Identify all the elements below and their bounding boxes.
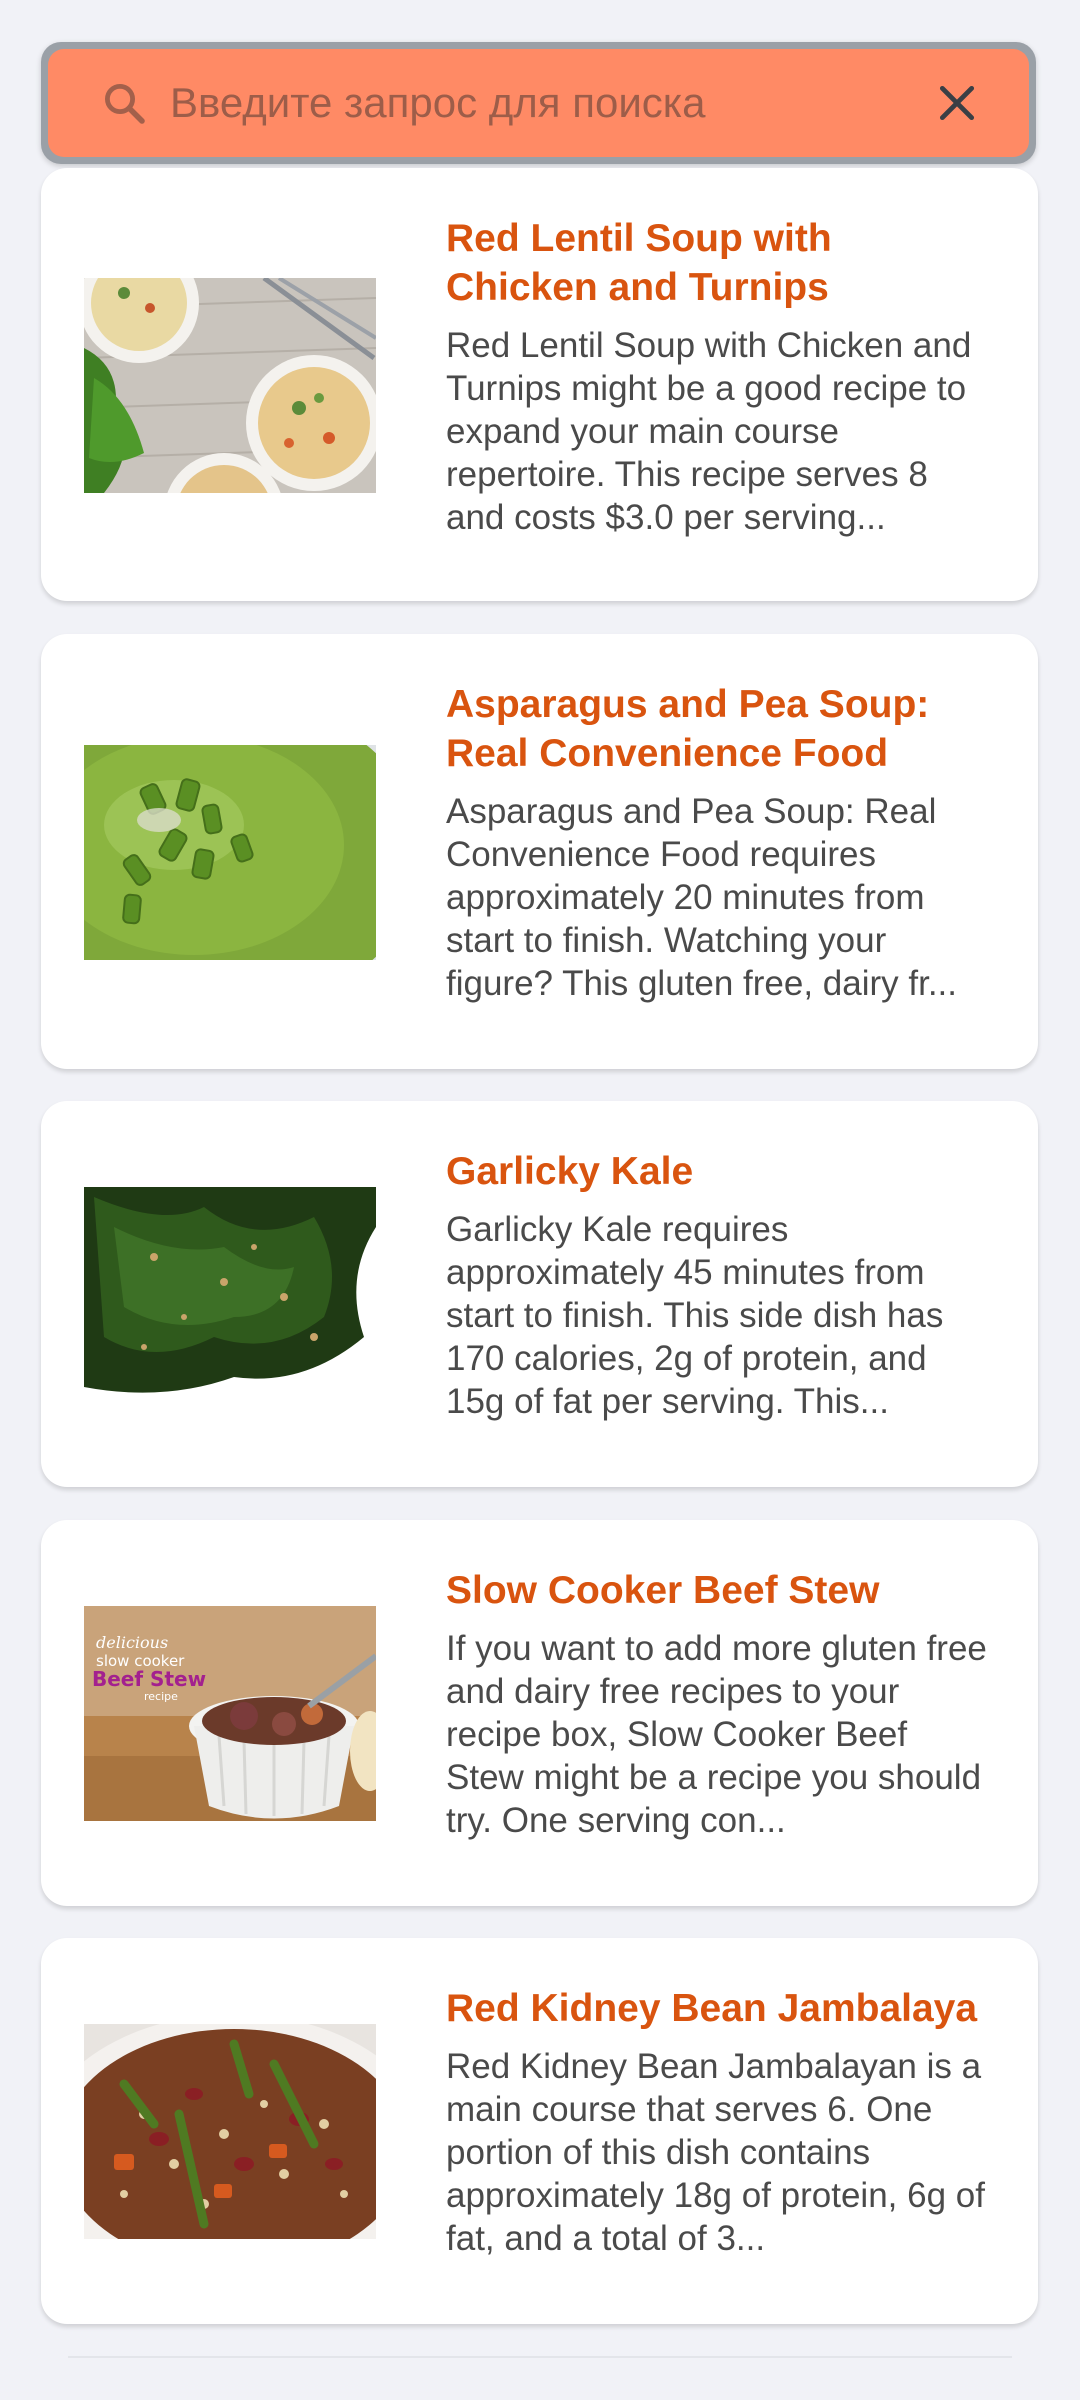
list-divider — [68, 2356, 1012, 2358]
recipe-card[interactable]: delicious slow cooker Beef Stew recipe S… — [41, 1520, 1038, 1906]
search-input[interactable] — [170, 68, 925, 138]
recipe-image — [84, 2024, 376, 2239]
recipe-image — [84, 277, 376, 493]
recipe-image: delicious slow cooker Beef Stew recipe — [84, 1606, 376, 1821]
recipe-description: Red Lentil Soup with Chicken and Turnips… — [446, 326, 972, 537]
recipe-list: Red Lentil Soup with Chicken and Turnips… — [41, 168, 1038, 2324]
recipe-title: Asparagus and Pea Soup: Real Convenience… — [446, 683, 930, 775]
recipe-description: Garlicky Kale requires approximately 45 … — [446, 1210, 944, 1421]
recipe-title: Red Kidney Bean Jambalaya — [446, 1987, 978, 2030]
recipe-title: Red Lentil Soup with Chicken and Turnips — [446, 217, 832, 309]
recipe-image — [84, 744, 376, 960]
recipe-card[interactable]: Red Lentil Soup with Chicken and Turnips… — [41, 168, 1038, 601]
recipe-description: Red Kidney Bean Jambalayan is a main cou… — [446, 2047, 985, 2258]
recipe-description: If you want to add more gluten free and … — [446, 1629, 987, 1840]
image-caption: delicious — [96, 1633, 168, 1652]
recipe-title: Slow Cooker Beef Stew — [446, 1569, 880, 1612]
recipe-card[interactable]: Garlicky Kale Garlicky Kale requires app… — [41, 1101, 1038, 1487]
close-icon[interactable] — [925, 71, 989, 135]
recipe-image — [84, 1187, 376, 1402]
image-caption: recipe — [144, 1690, 178, 1703]
search-icon — [96, 75, 152, 131]
recipe-card[interactable]: Red Kidney Bean Jambalaya Red Kidney Bea… — [41, 1938, 1038, 2324]
image-caption: Beef Stew — [92, 1667, 206, 1691]
recipe-description: Asparagus and Pea Soup: Real Convenience… — [446, 792, 958, 1003]
recipe-card[interactable]: Asparagus and Pea Soup: Real Convenience… — [41, 634, 1038, 1069]
search-field-container[interactable] — [48, 49, 1029, 157]
recipe-title: Garlicky Kale — [446, 1150, 694, 1193]
search-bar — [41, 42, 1036, 164]
